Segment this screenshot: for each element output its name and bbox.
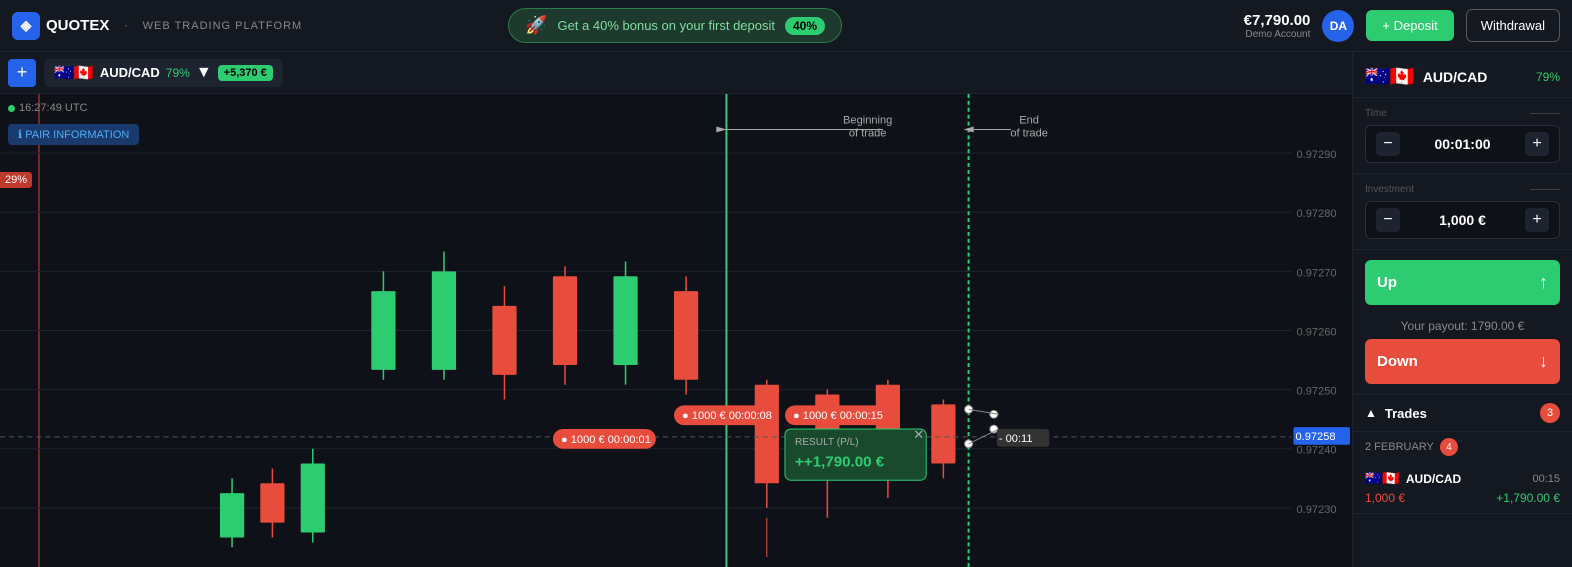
time-minus-button[interactable]: − <box>1376 132 1400 156</box>
pair-flags: 🇦🇺🇨🇦 <box>54 63 94 83</box>
trade-item-header: 🇦🇺🇨🇦 AUD/CAD 00:15 <box>1365 470 1560 487</box>
trades-label: Trades <box>1385 406 1540 421</box>
svg-text:RESULT (P/L): RESULT (P/L) <box>795 437 859 448</box>
main-area: + 🇦🇺🇨🇦 AUD/CAD 79% ▼ +5,370 € 29% 16:27:… <box>0 52 1572 567</box>
sidebar: 🇦🇺🇨🇦 AUD/CAD 79% Time ——— − 00:01:00 + I… <box>1352 52 1572 567</box>
rocket-icon: 🚀 <box>525 15 547 36</box>
balance-label: Demo Account <box>1245 29 1310 40</box>
bonus-banner[interactable]: 🚀 Get a 40% bonus on your first deposit … <box>508 8 842 43</box>
trade-item-time: 00:15 <box>1532 473 1560 485</box>
logo-name: QUOTEX <box>46 17 109 34</box>
trades-date: 2 FEBRUARY 4 <box>1353 432 1572 462</box>
trade-item-flags: 🇦🇺🇨🇦 <box>1365 470 1400 487</box>
bonus-pct: 40% <box>785 17 825 35</box>
svg-text:0.97270: 0.97270 <box>1297 267 1337 279</box>
time-section: Time ——— − 00:01:00 + <box>1353 98 1572 174</box>
trades-date-label: 2 FEBRUARY <box>1365 441 1434 453</box>
trade-item-profit: +1,790.00 € <box>1496 491 1560 505</box>
platform-label: WEB TRADING PLATFORM <box>143 20 303 32</box>
deposit-button[interactable]: + Deposit <box>1366 10 1453 41</box>
time-label: Time ——— <box>1365 108 1560 119</box>
sidebar-pair-flags: 🇦🇺🇨🇦 <box>1365 64 1415 89</box>
investment-label: Investment ——— <box>1365 184 1560 195</box>
investment-plus-button[interactable]: + <box>1525 208 1549 232</box>
trades-date-count: 4 <box>1440 438 1458 456</box>
trade-item-name: AUD/CAD <box>1406 472 1527 486</box>
pair-selector[interactable]: 🇦🇺🇨🇦 AUD/CAD 79% ▼ +5,370 € <box>44 59 283 87</box>
svg-text:● 1000 € 00:00:01: ● 1000 € 00:00:01 <box>561 434 651 446</box>
time-value: 00:01:00 <box>1434 136 1490 152</box>
down-arrow-icon: ↓ <box>1539 351 1548 372</box>
logo: ◈ QUOTEX <box>12 12 109 40</box>
svg-text:0.97240: 0.97240 <box>1297 445 1337 457</box>
chart-toolbar: + 🇦🇺🇨🇦 AUD/CAD 79% ▼ +5,370 € <box>0 52 1352 94</box>
trade-item-values: 1,000 € +1,790.00 € <box>1365 491 1560 505</box>
chart-canvas: 0.97290 0.97280 0.97270 0.97260 0.97250 … <box>0 94 1352 567</box>
svg-text:++1,790.00 €: ++1,790.00 € <box>795 454 885 471</box>
balance-amount: €7,790.00 <box>1244 12 1311 29</box>
trade-buttons-section: Up ↑ Your payout: 1790.00 € Down ↓ <box>1353 250 1572 395</box>
nav-divider: · <box>123 17 128 35</box>
svg-text:- 00:11: - 00:11 <box>999 433 1033 445</box>
sidebar-pair-header: 🇦🇺🇨🇦 AUD/CAD 79% <box>1353 52 1572 98</box>
candlestick-chart: 0.97290 0.97280 0.97270 0.97260 0.97250 … <box>0 94 1352 567</box>
investment-value: 1,000 € <box>1439 212 1486 228</box>
logo-icon: ◈ <box>12 12 40 40</box>
svg-text:✕: ✕ <box>913 427 924 442</box>
pair-name: AUD/CAD <box>100 65 160 80</box>
pair-pct: 79% <box>166 66 190 80</box>
time-control: − 00:01:00 + <box>1365 125 1560 163</box>
svg-text:Beginning: Beginning <box>843 115 892 127</box>
svg-text:0.97250: 0.97250 <box>1297 386 1337 398</box>
nav-right: €7,790.00 Demo Account DA + Deposit With… <box>1244 9 1560 42</box>
sidebar-pair-pct: 79% <box>1536 70 1560 84</box>
avatar: DA <box>1322 10 1354 42</box>
balance-area: €7,790.00 Demo Account <box>1244 12 1311 40</box>
add-button[interactable]: + <box>8 59 36 87</box>
topnav: ◈ QUOTEX · WEB TRADING PLATFORM 🚀 Get a … <box>0 0 1572 52</box>
payout-text: Your payout: 1790.00 € <box>1365 313 1560 339</box>
trades-count: 3 <box>1540 403 1560 423</box>
svg-text:0.97260: 0.97260 <box>1297 327 1337 339</box>
time-plus-button[interactable]: + <box>1525 132 1549 156</box>
investment-section: Investment ——— − 1,000 € + <box>1353 174 1572 250</box>
svg-text:● 1000 € 00:00:15: ● 1000 € 00:00:15 <box>793 410 883 422</box>
svg-text:0.97258: 0.97258 <box>1295 431 1335 443</box>
up-button[interactable]: Up ↑ <box>1365 260 1560 305</box>
svg-text:End: End <box>1019 115 1039 127</box>
trades-arrow-icon: ▲ <box>1365 406 1377 420</box>
withdrawal-button[interactable]: Withdrawal <box>1466 9 1560 42</box>
svg-text:0.97230: 0.97230 <box>1297 504 1337 516</box>
investment-minus-button[interactable]: − <box>1376 208 1400 232</box>
svg-text:0.97280: 0.97280 <box>1297 208 1337 220</box>
pair-change: +5,370 € <box>218 65 273 81</box>
up-arrow-icon: ↑ <box>1539 272 1548 293</box>
chart-area: + 🇦🇺🇨🇦 AUD/CAD 79% ▼ +5,370 € 29% 16:27:… <box>0 52 1352 567</box>
down-button[interactable]: Down ↓ <box>1365 339 1560 384</box>
trades-header[interactable]: ▲ Trades 3 <box>1353 395 1572 432</box>
bonus-text: Get a 40% bonus on your first deposit <box>557 18 775 33</box>
svg-text:0.97290: 0.97290 <box>1297 149 1337 161</box>
svg-text:of trade: of trade <box>1010 127 1048 139</box>
svg-text:● 1000 € 00:00:08: ● 1000 € 00:00:08 <box>682 410 772 422</box>
trade-item: 🇦🇺🇨🇦 AUD/CAD 00:15 1,000 € +1,790.00 € <box>1353 462 1572 514</box>
investment-control: − 1,000 € + <box>1365 201 1560 239</box>
trade-item-invest: 1,000 € <box>1365 491 1405 505</box>
sidebar-pair-name: AUD/CAD <box>1423 69 1488 85</box>
